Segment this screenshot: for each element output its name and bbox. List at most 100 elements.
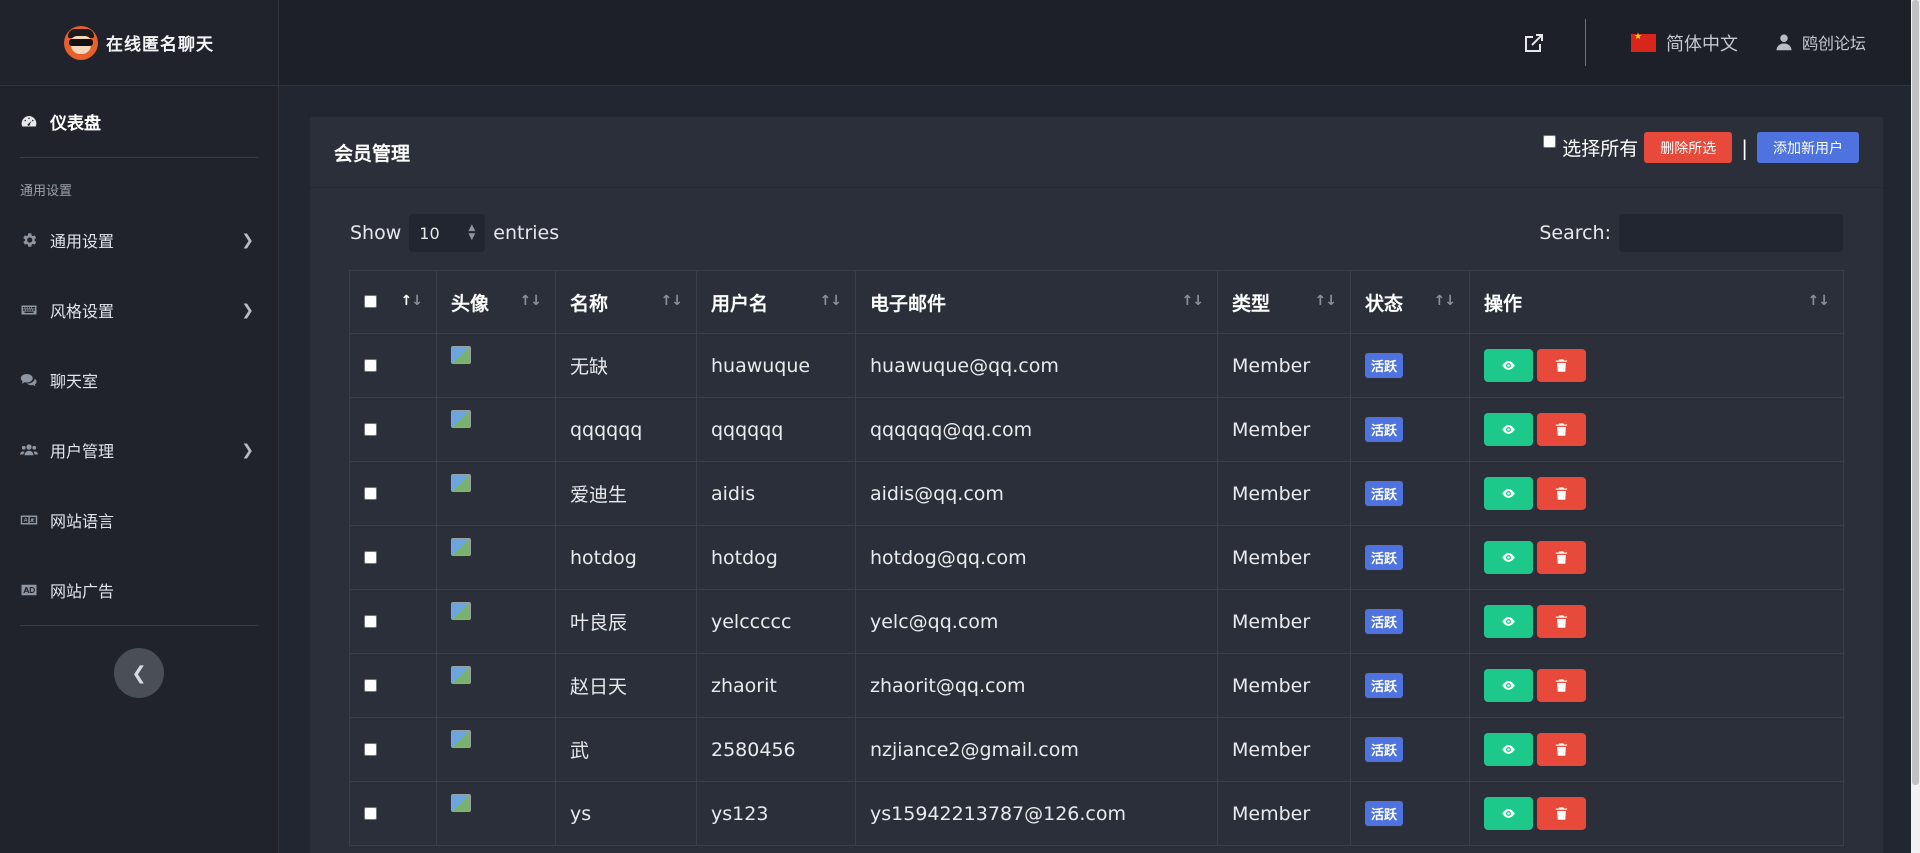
column-header-username[interactable]: 用户名 ↑↓	[696, 270, 856, 334]
user-menu[interactable]: 鸥创论坛	[1775, 30, 1866, 54]
actions-cell	[1469, 589, 1844, 654]
username-cell: ys123	[696, 781, 856, 846]
sidebar-item-dashboard[interactable]: 仪表盘	[0, 86, 278, 157]
row-select-cell	[349, 397, 437, 462]
status-badge: 活跃	[1365, 609, 1404, 634]
view-user-button[interactable]	[1484, 349, 1533, 382]
name-cell: 叶良辰	[555, 589, 697, 654]
status-badge: 活跃	[1365, 353, 1404, 378]
status-cell: 活跃	[1350, 717, 1470, 782]
sidebar-item-site-ads[interactable]: 网站广告	[0, 555, 278, 625]
chevron-left-icon: ❮	[131, 662, 147, 684]
eye-icon	[1501, 678, 1516, 693]
delete-user-button[interactable]	[1537, 541, 1586, 574]
row-checkbox[interactable]	[364, 486, 377, 500]
row-checkbox[interactable]	[364, 806, 377, 820]
sidebar-item-general-settings[interactable]: 通用设置 ❯	[0, 205, 278, 275]
delete-user-button[interactable]	[1537, 477, 1586, 510]
column-header-avatar[interactable]: 头像 ↑↓	[436, 270, 556, 334]
column-header-name[interactable]: 名称 ↑↓	[555, 270, 697, 334]
entries-select[interactable]: 10 ▲ ▼	[409, 214, 486, 252]
row-checkbox[interactable]	[364, 550, 377, 564]
eye-icon	[1501, 486, 1516, 501]
sidebar-item-label: 网站广告	[50, 582, 115, 601]
username-cell: huawuque	[696, 333, 856, 398]
view-user-button[interactable]	[1484, 669, 1533, 702]
email-cell: hotdog@qq.com	[855, 525, 1218, 590]
ad-icon	[20, 581, 38, 599]
sidebar-item-site-language[interactable]: 网站语言	[0, 485, 278, 555]
external-link-icon[interactable]	[1522, 31, 1546, 55]
status-cell: 活跃	[1350, 653, 1470, 718]
add-user-button[interactable]: 添加新用户	[1757, 132, 1859, 163]
language-selector[interactable]: 简体中文	[1631, 30, 1738, 56]
column-header-label: 头像	[451, 292, 490, 315]
trash-icon	[1554, 486, 1569, 501]
select-all-checkbox[interactable]	[1543, 135, 1557, 148]
search-input[interactable]	[1619, 214, 1843, 252]
avatar-cell	[436, 461, 556, 526]
row-select-cell	[349, 525, 437, 590]
delete-selected-button[interactable]: 删除所选	[1644, 132, 1733, 163]
row-checkbox[interactable]	[364, 422, 377, 436]
type-cell: Member	[1217, 653, 1351, 718]
username-cell: 2580456	[696, 717, 856, 782]
row-checkbox[interactable]	[364, 614, 377, 628]
keyboard-icon	[20, 301, 38, 319]
eye-icon	[1501, 614, 1516, 629]
select-all-toggle[interactable]: 选择所有	[1543, 134, 1638, 161]
column-header-label: 类型	[1232, 292, 1271, 315]
column-header-type[interactable]: 类型 ↑↓	[1217, 270, 1351, 334]
view-user-button[interactable]	[1484, 605, 1533, 638]
avatar	[451, 538, 471, 556]
view-user-button[interactable]	[1484, 477, 1533, 510]
type-cell: Member	[1217, 333, 1351, 398]
column-header-email[interactable]: 电子邮件 ↑↓	[855, 270, 1218, 334]
delete-user-button[interactable]	[1537, 413, 1586, 446]
sidebar-item-label: 风格设置	[50, 302, 115, 321]
header-checkbox[interactable]	[364, 295, 377, 308]
view-user-button[interactable]	[1484, 733, 1533, 766]
name-cell: 无缺	[555, 333, 697, 398]
users-icon	[20, 441, 38, 459]
view-user-button[interactable]	[1484, 541, 1533, 574]
row-checkbox[interactable]	[364, 742, 377, 756]
email-cell: huawuque@qq.com	[855, 333, 1218, 398]
page-title: 会员管理	[334, 142, 411, 165]
row-checkbox[interactable]	[364, 358, 377, 372]
row-select-cell	[349, 781, 437, 846]
view-user-button[interactable]	[1484, 413, 1533, 446]
view-user-button[interactable]	[1484, 797, 1533, 830]
column-header-label: 操作	[1484, 292, 1523, 315]
email-cell: aidis@qq.com	[855, 461, 1218, 526]
sidebar-item-style-settings[interactable]: 风格设置 ❯	[0, 275, 278, 345]
delete-user-button[interactable]	[1537, 733, 1586, 766]
page-scrollbar[interactable]	[1911, 0, 1920, 853]
sidebar-item-label: 聊天室	[50, 372, 99, 391]
sidebar-toggle-button[interactable]: ❮	[114, 648, 164, 698]
delete-user-button[interactable]	[1537, 669, 1586, 702]
name-cell: 武	[555, 717, 697, 782]
brand[interactable]: 在线匿名聊天	[0, 0, 278, 86]
avatar-cell	[436, 589, 556, 654]
avatar-cell	[436, 333, 556, 398]
table-row: hotdog hotdog hotdog@qq.com Member 活跃	[349, 525, 1844, 590]
delete-user-button[interactable]	[1537, 349, 1586, 382]
type-cell: Member	[1217, 717, 1351, 782]
member-management-card: 会员管理 选择所有 删除所选 | 添加新用户 Show 10 ▲ ▼ entrie…	[310, 117, 1883, 853]
column-header-select[interactable]: ↑↓	[349, 270, 437, 334]
language-icon	[20, 511, 38, 529]
row-checkbox[interactable]	[364, 678, 377, 692]
delete-user-button[interactable]	[1537, 797, 1586, 830]
delete-user-button[interactable]	[1537, 605, 1586, 638]
name-cell: hotdog	[555, 525, 697, 590]
avatar-cell	[436, 781, 556, 846]
actions-cell	[1469, 653, 1844, 718]
column-header-status[interactable]: 状态 ↑↓	[1350, 270, 1470, 334]
sidebar-item-chatroom[interactable]: 聊天室	[0, 345, 278, 415]
column-header-actions[interactable]: 操作 ↑↓	[1469, 270, 1844, 334]
sidebar-item-user-management[interactable]: 用户管理 ❯	[0, 415, 278, 485]
scrollbar-thumb[interactable]	[1912, 0, 1919, 785]
select-all-label: 选择所有	[1562, 138, 1639, 160]
trash-icon	[1554, 358, 1569, 373]
